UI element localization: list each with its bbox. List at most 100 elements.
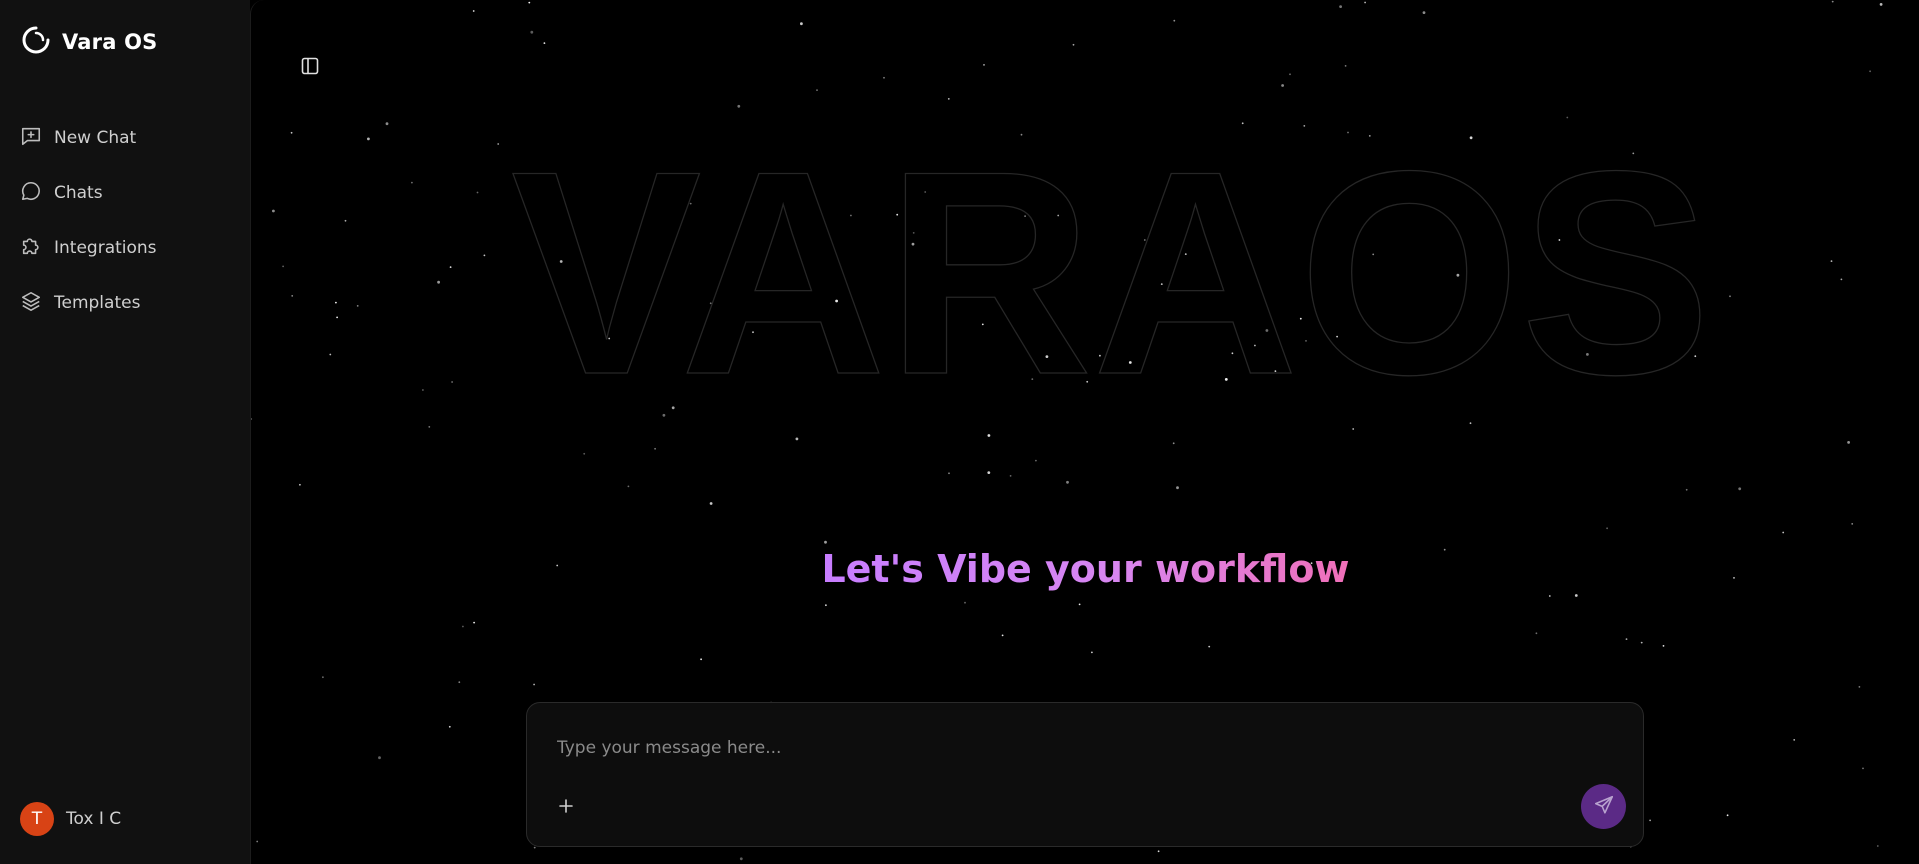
star [1208,645,1211,648]
message-input[interactable] [555,727,1559,769]
star [1548,595,1551,597]
sidebar-item-chats[interactable]: Chats [20,165,235,220]
star [356,305,359,307]
star [1072,43,1075,46]
sidebar-item-integrations[interactable]: Integrations [20,220,235,275]
star [1281,84,1284,87]
star [1851,523,1854,525]
star [1726,814,1729,817]
star [336,316,338,319]
star [739,857,743,861]
new-chat-icon [20,125,42,151]
star [462,625,464,628]
star [1347,131,1349,134]
star [1422,11,1426,15]
star [449,266,452,268]
star [1339,5,1342,8]
star [1831,0,1834,3]
brand-name: Vara OS [62,30,158,54]
star [1738,487,1742,491]
sidebar-item-label: New Chat [54,127,137,148]
star [1009,475,1012,477]
star [533,846,536,849]
sidebar-item-label: Chats [54,182,103,203]
star [1035,459,1037,462]
sidebar: Vara OS New Chat Chats Integrations Temp… [0,0,250,864]
avatar: T [20,802,54,836]
headline-text: Let's Vibe your workflow [821,547,1350,591]
sidebar-toggle-button[interactable] [301,57,319,79]
star [428,426,431,428]
star [1469,422,1472,425]
layers-icon [20,290,42,316]
send-button[interactable] [1581,784,1626,829]
sidebar-item-label: Templates [54,292,141,313]
star [437,280,440,284]
star [1793,739,1796,741]
star [1078,603,1081,606]
star [947,98,950,100]
star [1364,1,1366,4]
star [948,472,950,475]
star [272,209,275,213]
attach-button[interactable] [553,795,579,821]
star [1535,632,1538,635]
star [344,219,347,222]
brand[interactable]: Vara OS [22,26,158,58]
star [1869,70,1871,73]
star [816,89,818,91]
user-name: Tox I C [66,809,122,829]
star [1173,19,1176,22]
background-wordmark: VARAOS [510,135,1711,395]
star [1847,441,1850,444]
star [472,10,475,12]
star [1001,634,1004,637]
star [800,22,803,26]
star [458,681,461,684]
star [533,683,535,686]
star [528,1,531,4]
star [1625,638,1628,640]
star [1858,686,1861,688]
star [448,725,451,728]
sidebar-item-templates[interactable]: Templates [20,275,235,330]
star [1606,527,1608,530]
star [543,42,546,44]
star [700,658,702,661]
star [1782,531,1785,534]
star [291,295,294,297]
star [1241,122,1244,125]
star [282,265,284,268]
star [1879,3,1883,6]
star [1830,260,1833,262]
star [983,64,985,66]
app-window: Vara OS New Chat Chats Integrations Temp… [0,0,1919,864]
sidebar-item-new-chat[interactable]: New Chat [20,110,235,165]
star [1862,767,1864,770]
star [1289,73,1291,76]
star [385,122,389,126]
star [825,604,827,607]
star [1303,125,1306,127]
star [1176,486,1179,490]
star [473,621,475,624]
puzzle-icon [20,235,42,261]
star [451,381,453,383]
background-wordmark-text: VARAOS [511,135,1711,395]
send-icon [1593,794,1615,820]
star [1685,488,1688,491]
message-composer [526,702,1644,847]
star [987,434,991,437]
sidebar-nav: New Chat Chats Integrations Templates [20,110,235,330]
star [1649,819,1651,822]
star [1876,845,1879,847]
user-profile[interactable]: T Tox I C [20,802,121,836]
star [1662,645,1665,647]
sidebar-item-label: Integrations [54,237,157,258]
star [987,471,991,474]
star [824,540,827,544]
star [1344,65,1347,67]
star [662,413,666,417]
star [299,483,301,486]
star [1066,480,1069,484]
